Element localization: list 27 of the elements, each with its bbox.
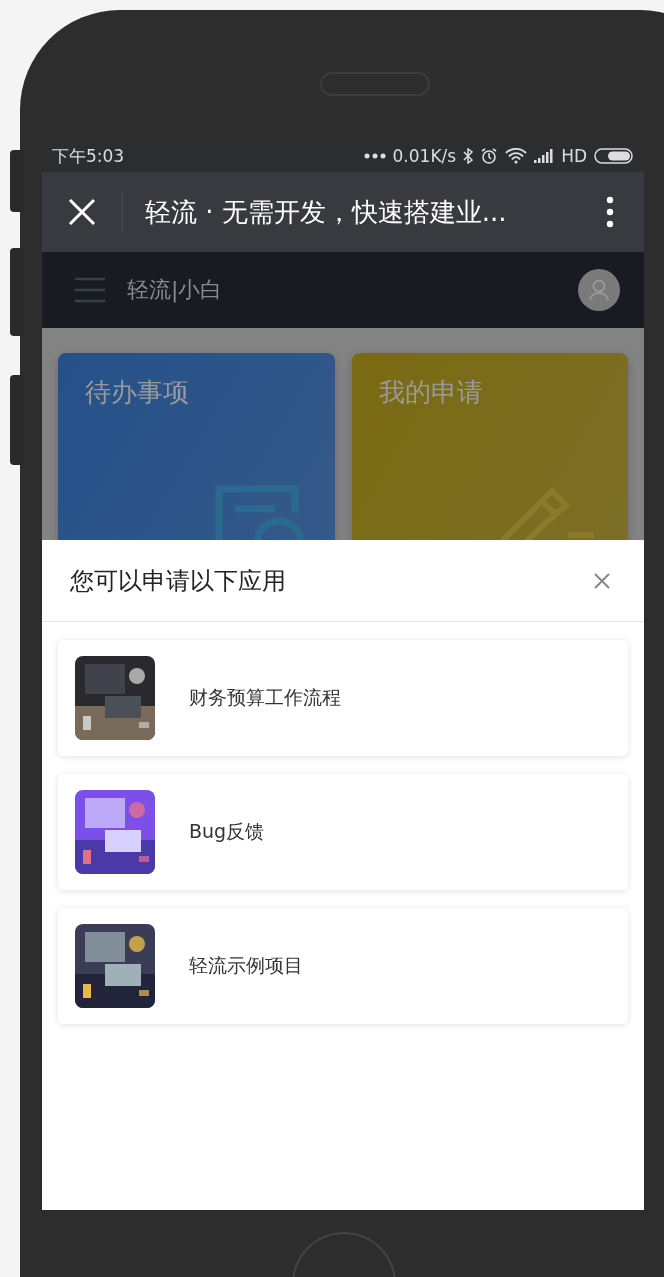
alarm-icon — [480, 147, 499, 165]
app-name: 轻流示例项目 — [189, 953, 303, 978]
more-icon — [606, 196, 614, 228]
avatar-button[interactable] — [578, 269, 620, 311]
page-title: 轻流 · 无需开发，快速搭建业... — [145, 195, 508, 229]
tile-title: 待办事项 — [85, 376, 189, 409]
close-icon — [594, 572, 610, 589]
network-type: HD — [561, 146, 587, 166]
wifi-icon — [505, 148, 528, 164]
app-list-item[interactable]: Bug反馈 — [58, 774, 628, 890]
user-icon — [589, 279, 609, 301]
dots-icon — [363, 153, 386, 159]
network-speed: 0.01K/s — [392, 146, 457, 166]
app-list-item[interactable]: 财务预算工作流程 — [58, 640, 628, 756]
signal-icon — [534, 149, 555, 163]
tile-title: 我的申请 — [378, 376, 483, 409]
sheet-title: 您可以申请以下应用 — [70, 565, 286, 597]
app-name: 财务预算工作流程 — [189, 685, 341, 710]
app-name: Bug反馈 — [189, 819, 265, 844]
status-time: 下午5:03 — [52, 144, 125, 168]
app-brand: 轻流|小白 — [127, 276, 224, 305]
app-list-item[interactable]: 轻流示例项目 — [58, 908, 628, 1024]
document-icon — [214, 485, 305, 540]
close-icon — [68, 198, 96, 226]
bluetooth-icon — [463, 148, 474, 164]
menu-icon — [75, 277, 105, 303]
battery-icon — [594, 148, 634, 164]
